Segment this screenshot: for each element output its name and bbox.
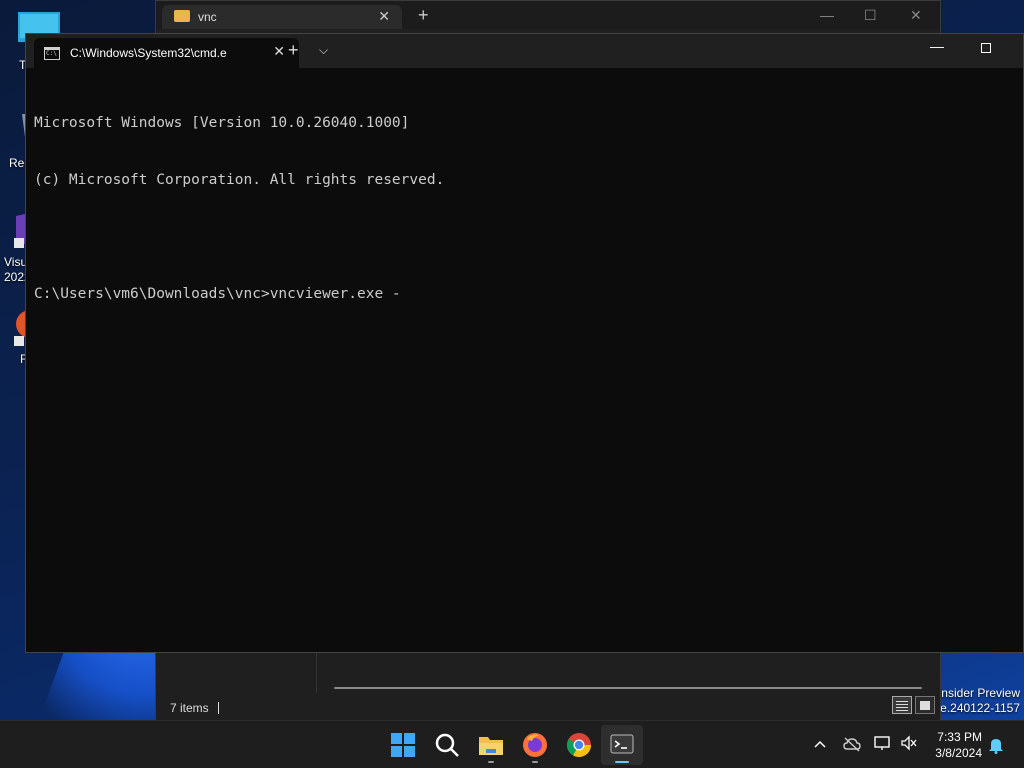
tiles-view-button[interactable]	[915, 696, 935, 714]
terminal-tab-title: C:\Windows\System32\cmd.e	[70, 46, 227, 60]
terminal-titlebar[interactable]: C:\ C:\Windows\System32\cmd.e ✕ + ⌵ —	[26, 34, 1023, 68]
windows-start-icon[interactable]	[389, 731, 417, 759]
insider-watermark-line2: se.240122-1157	[934, 701, 1020, 715]
terminal-taskbar-button[interactable]	[601, 725, 643, 765]
explorer-tabbar: vnc ✕ + — ☐ ✕	[156, 1, 940, 29]
minimize-icon[interactable]: —	[930, 38, 944, 54]
desktop-icon-label: Visu	[4, 255, 28, 269]
terminal-output[interactable]: Microsoft Windows [Version 10.0.26040.10…	[26, 68, 1023, 654]
close-tab-icon[interactable]: ✕	[378, 8, 390, 25]
new-tab-button[interactable]: +	[288, 40, 299, 61]
explorer-tab-title: vnc	[198, 10, 217, 24]
explorer-tab[interactable]: vnc ✕	[162, 5, 402, 29]
terminal-window[interactable]: C:\ C:\Windows\System32\cmd.e ✕ + ⌵ — Mi…	[25, 33, 1024, 653]
chevron-down-icon[interactable]: ⌵	[319, 43, 328, 58]
chrome-icon[interactable]	[565, 731, 593, 759]
active-indicator	[615, 761, 629, 763]
pane-divider[interactable]	[316, 653, 317, 693]
terminal-tab[interactable]: C:\ C:\Windows\System32\cmd.e ✕	[34, 38, 299, 68]
details-view-button[interactable]	[892, 696, 912, 714]
notification-bell-icon[interactable]	[988, 736, 1004, 754]
terminal-command-line: C:\Users\vm6\Downloads\vnc>vncviewer.exe…	[34, 286, 401, 302]
explorer-bottom-area: 7 items	[156, 653, 940, 721]
clock[interactable]: 7:33 PM 3/8/2024	[932, 729, 982, 761]
cmd-icon: C:\	[44, 47, 60, 60]
folder-icon	[174, 10, 190, 22]
minimize-icon[interactable]: —	[820, 7, 834, 23]
status-separator	[218, 702, 219, 714]
maximize-icon[interactable]	[981, 43, 991, 53]
terminal-line: (c) Microsoft Corporation. All rights re…	[34, 172, 445, 188]
horizontal-scrollbar[interactable]	[334, 687, 922, 689]
running-indicator	[532, 761, 538, 763]
status-item-count: 7 items	[170, 701, 209, 715]
search-icon[interactable]	[433, 731, 461, 759]
speaker-muted-icon[interactable]	[900, 735, 918, 751]
clock-time: 7:33 PM	[937, 730, 982, 744]
running-indicator	[488, 761, 494, 763]
explorer-new-tab-button[interactable]: +	[418, 5, 429, 26]
firefox-icon[interactable]	[521, 731, 549, 759]
onedrive-offline-icon[interactable]	[843, 736, 861, 752]
close-icon[interactable]: ✕	[910, 7, 922, 24]
clock-date: 3/8/2024	[935, 746, 982, 760]
file-explorer-icon[interactable]	[477, 731, 505, 759]
terminal-line: Microsoft Windows [Version 10.0.26040.10…	[34, 115, 410, 131]
close-tab-icon[interactable]: ✕	[273, 43, 285, 60]
chevron-up-icon[interactable]	[813, 739, 827, 749]
taskbar: 7:33 PM 3/8/2024	[0, 720, 1024, 768]
network-icon[interactable]	[874, 735, 892, 751]
insider-watermark-line1: Insider Preview	[937, 686, 1020, 700]
maximize-icon[interactable]: ☐	[864, 7, 877, 24]
terminal-icon	[610, 734, 634, 754]
